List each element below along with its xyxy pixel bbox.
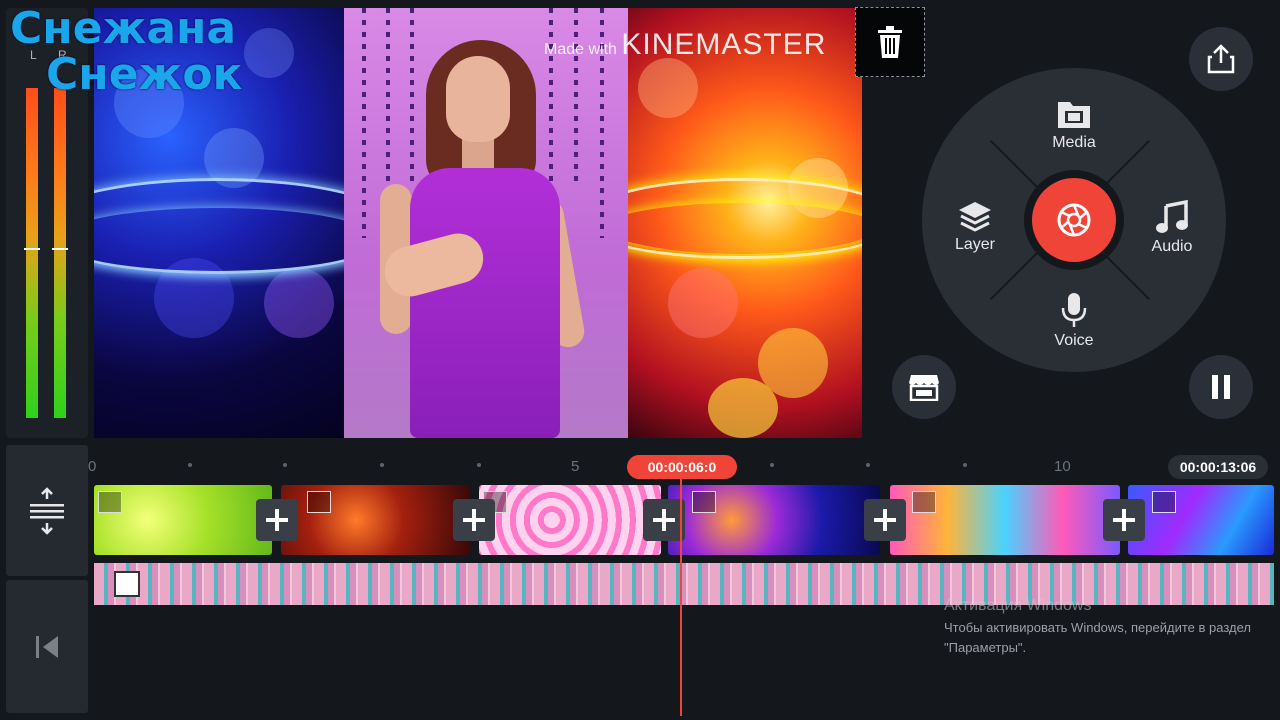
- activation-title: Активация Windows: [944, 597, 1092, 614]
- jump-to-start-button[interactable]: [6, 580, 88, 713]
- audio-button[interactable]: Audio: [1127, 200, 1217, 256]
- add-transition-button[interactable]: [1103, 499, 1145, 541]
- plus-icon: [653, 509, 675, 531]
- add-transition-button[interactable]: [453, 499, 495, 541]
- skip-to-start-icon: [36, 635, 58, 658]
- image-icon: [1152, 491, 1176, 513]
- add-transition-button[interactable]: [643, 499, 685, 541]
- share-button[interactable]: [1189, 27, 1253, 91]
- voice-button[interactable]: Voice: [1029, 292, 1119, 350]
- watermark-brand: KINEMASTER: [621, 28, 827, 61]
- layer-label: Layer: [954, 236, 996, 253]
- watermark-made-with: Made with: [544, 41, 617, 58]
- add-transition-button[interactable]: [256, 499, 298, 541]
- delete-button[interactable]: [855, 7, 925, 77]
- media-label: Media: [1052, 134, 1096, 151]
- media-wheel: Media Layer Audio Voice: [922, 68, 1226, 372]
- share-icon: [1207, 44, 1235, 74]
- image-clip[interactable]: [1128, 485, 1274, 555]
- image-clip[interactable]: [668, 485, 880, 555]
- trash-icon: [878, 26, 902, 58]
- plus-icon: [874, 509, 896, 531]
- preview-dancer-video: [344, 8, 628, 438]
- image-icon: [98, 491, 122, 513]
- camera-shutter-icon: [1057, 203, 1091, 237]
- ruler-label-10: 10: [1054, 458, 1071, 475]
- store-icon: [909, 375, 939, 401]
- layer-button[interactable]: Layer: [930, 200, 1020, 254]
- activation-text: Чтобы активировать Windows, перейдите в …: [944, 620, 1251, 655]
- music-note-icon: [1156, 200, 1188, 233]
- ruler-label-0: 0: [88, 458, 97, 475]
- layers-icon: [959, 202, 991, 232]
- plus-icon: [463, 509, 485, 531]
- image-icon: [912, 491, 936, 513]
- timeline-expand-button[interactable]: [6, 445, 88, 576]
- windows-activation-notice: Активация Windows Чтобы активировать Win…: [944, 597, 1264, 658]
- pause-button[interactable]: [1189, 355, 1253, 419]
- total-duration: 00:00:13:06: [1168, 455, 1268, 479]
- film-icon: [114, 571, 140, 597]
- playhead[interactable]: [680, 468, 682, 716]
- meter-left-bar: [24, 88, 40, 418]
- overlay-title-line1: Снежана: [10, 3, 237, 54]
- media-folder-icon: [1058, 102, 1090, 128]
- kinemaster-watermark: Made with KINEMASTER: [544, 28, 826, 62]
- plus-icon: [1113, 509, 1135, 531]
- voice-label: Voice: [1054, 332, 1094, 349]
- microphone-icon: [1061, 293, 1087, 327]
- image-icon: [307, 491, 331, 513]
- add-transition-button[interactable]: [864, 499, 906, 541]
- record-button[interactable]: [1024, 170, 1124, 270]
- audio-label: Audio: [1151, 238, 1193, 255]
- image-clip[interactable]: [281, 485, 469, 555]
- asset-store-button[interactable]: [892, 355, 956, 419]
- timeline-side-controls: [6, 445, 88, 713]
- image-clip[interactable]: [94, 485, 272, 555]
- overlay-title: Снежана Снежок: [10, 6, 242, 98]
- plus-icon: [266, 509, 288, 531]
- playhead-time: 00:00:06:0: [627, 455, 737, 479]
- image-clip[interactable]: [890, 485, 1120, 555]
- preview-right-background: [628, 8, 862, 438]
- pause-icon: [1212, 375, 1230, 399]
- image-clip[interactable]: [479, 485, 661, 555]
- image-icon: [692, 491, 716, 513]
- overlay-title-line2: Снежок: [46, 49, 243, 100]
- meter-right-bar: [52, 88, 68, 418]
- expand-tracks-icon: [30, 486, 64, 535]
- media-button[interactable]: Media: [1029, 98, 1119, 152]
- ruler-label-5: 5: [571, 458, 580, 475]
